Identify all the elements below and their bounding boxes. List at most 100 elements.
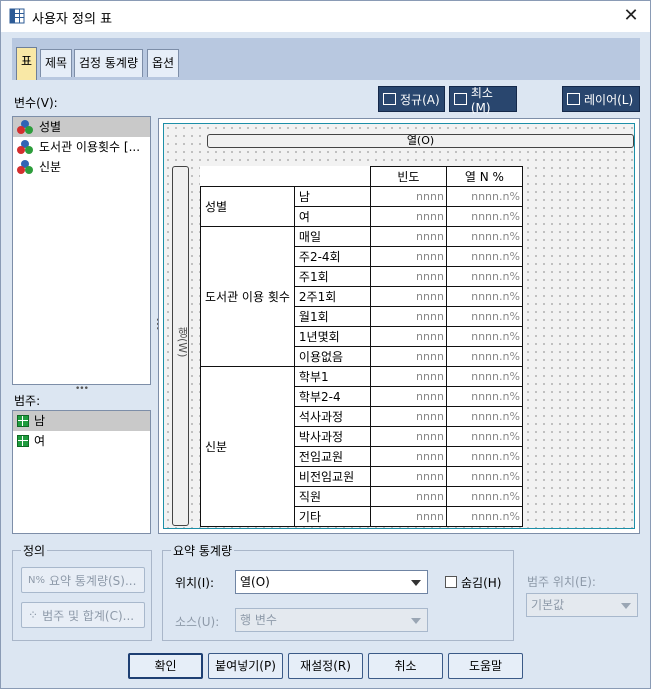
nominal-variable-icon (17, 140, 34, 154)
tab-test-statistics[interactable]: 검정 통계량 (74, 49, 144, 77)
list-item[interactable]: 도서관 이용횟수 [... (13, 137, 150, 157)
summary-statistics-button[interactable]: N% 요약 통계량(S)... (21, 567, 145, 593)
position-label: 위치(I): (175, 576, 215, 590)
row-category-label: 석사과정 (293, 406, 371, 427)
percent-cell: nnnn.n% (445, 366, 523, 387)
count-cell: nnnn (369, 346, 447, 367)
row-category-label: 매일 (293, 226, 371, 247)
compact-icon (454, 93, 467, 105)
list-item[interactable]: 신분 (13, 157, 150, 177)
row-category-label: 박사과정 (293, 426, 371, 447)
app-table-icon (9, 8, 25, 24)
categories-totals-button[interactable]: ⁘ 범주 및 합계(C)... (21, 602, 145, 628)
count-cell: nnnn (369, 486, 447, 507)
count-cell: nnnn (369, 246, 447, 267)
table-row: 도서관 이용 횟수 매일 nnnn nnnn.n% (200, 226, 523, 367)
chevron-down-icon (411, 580, 421, 586)
percent-cell: nnnn.n% (445, 326, 523, 347)
count-cell: nnnn (369, 286, 447, 307)
categories-list[interactable]: 남 여 (12, 410, 151, 534)
count-cell: nnnn (369, 226, 447, 247)
custom-tables-dialog: 사용자 정의 표 ✕ 표 제목 검정 통계량 옵션 변수(V): 성별 도서관 … (0, 0, 651, 689)
count-cell: nnnn (369, 206, 447, 227)
tab-table[interactable]: 표 (16, 47, 38, 80)
row-category-label: 기타 (293, 506, 371, 527)
column-drop-zone[interactable]: 열(O) (207, 134, 634, 148)
define-group: 정의 N% 요약 통계량(S)... ⁘ 범주 및 합계(C)... (12, 542, 152, 641)
position-select[interactable]: 열(O) (235, 570, 428, 594)
percent-cell: nnnn.n% (445, 246, 523, 267)
list-item[interactable]: 여 (13, 431, 150, 451)
list-item[interactable]: 남 (13, 411, 150, 431)
define-title: 정의 (21, 542, 48, 559)
percent-cell: nnnn.n% (445, 186, 523, 207)
chevron-down-icon (411, 618, 421, 624)
count-cell: nnnn (369, 506, 447, 527)
count-cell: nnnn (369, 426, 447, 447)
window-title: 사용자 정의 표 (32, 12, 113, 27)
count-cell: nnnn (369, 386, 447, 407)
percent-cell: nnnn.n% (445, 206, 523, 227)
header-frequency: 빈도 (369, 166, 447, 187)
count-cell: nnnn (369, 366, 447, 387)
hide-label: 숨김(H) (461, 576, 502, 590)
title-bar: 사용자 정의 표 ✕ (1, 1, 650, 32)
percent-cell: nnnn.n% (445, 286, 523, 307)
percent-cell: nnnn.n% (445, 346, 523, 367)
source-select[interactable]: 행 변수 (235, 608, 428, 632)
row-category-label: 주2-4회 (293, 246, 371, 267)
row-category-label: 직원 (293, 486, 371, 507)
count-cell: nnnn (369, 466, 447, 487)
row-category-label: 남 (293, 186, 371, 207)
category-icon (17, 415, 29, 427)
percent-cell: nnnn.n% (445, 426, 523, 447)
category-icon (17, 435, 29, 447)
row-category-label: 월1회 (293, 306, 371, 327)
row-category-label: 이용없음 (293, 346, 371, 367)
list-item[interactable]: 성별 (13, 117, 150, 137)
percent-cell: nnnn.n% (445, 486, 523, 507)
row-drop-zone[interactable]: 행(W) (172, 166, 189, 526)
categories-label: 범주: (14, 394, 41, 408)
layers-button[interactable]: 레이어(L) (562, 86, 640, 112)
table-icon (383, 93, 396, 105)
compact-view-button[interactable]: 최소(M) (449, 86, 517, 115)
row-category-label: 학부2-4 (293, 386, 371, 407)
percent-cell: nnnn.n% (445, 386, 523, 407)
normal-view-button[interactable]: 정규(A) (378, 86, 445, 112)
tab-options[interactable]: 옵션 (147, 49, 180, 77)
percent-cell: nnnn.n% (445, 446, 523, 467)
tab-titles[interactable]: 제목 (40, 49, 73, 77)
category-position-select[interactable]: 기본값 (526, 593, 638, 617)
row-category-label: 여 (293, 206, 371, 227)
ok-button[interactable]: 확인 (128, 653, 203, 679)
summary-statistics-group: 요약 통계량 위치(I): 열(O) 숨김(H) 소스(U): 행 변수 (162, 542, 514, 641)
variables-label: 변수(V): (14, 96, 58, 110)
cancel-button[interactable]: 취소 (368, 653, 443, 679)
percent-cell: nnnn.n% (445, 266, 523, 287)
source-label: 소스(U): (175, 615, 220, 629)
row-variable-label: 성별 (200, 186, 295, 227)
table-canvas[interactable]: 열(O) 행(W) 빈도 열 N % 성별 남 nnnn nnnn.n% 여 nnnn nn… (158, 118, 640, 534)
reset-button[interactable]: 재설정(R) (288, 653, 363, 679)
percent-cell: nnnn.n% (445, 466, 523, 487)
row-category-label: 전임교원 (293, 446, 371, 467)
percent-cell: nnnn.n% (445, 506, 523, 527)
row-category-label: 학부1 (293, 366, 371, 387)
row-variable-label: 신분 (200, 366, 295, 527)
percent-cell: nnnn.n% (445, 406, 523, 427)
count-cell: nnnn (369, 186, 447, 207)
layers-icon (567, 93, 580, 105)
count-cell: nnnn (369, 326, 447, 347)
paste-button[interactable]: 붙여넣기(P) (208, 653, 283, 679)
row-category-label: 주1회 (293, 266, 371, 287)
variables-list[interactable]: 성별 도서관 이용횟수 [... 신분 (12, 116, 151, 385)
splitter-grip[interactable]: ••• (75, 384, 89, 394)
help-button[interactable]: 도움말 (448, 653, 523, 679)
chevron-down-icon (621, 603, 631, 609)
hide-checkbox[interactable] (445, 576, 457, 588)
close-icon[interactable]: ✕ (620, 5, 642, 27)
nominal-variable-icon (17, 120, 34, 134)
category-position-label: 범주 위치(E): (527, 575, 596, 589)
count-cell: nnnn (369, 406, 447, 427)
